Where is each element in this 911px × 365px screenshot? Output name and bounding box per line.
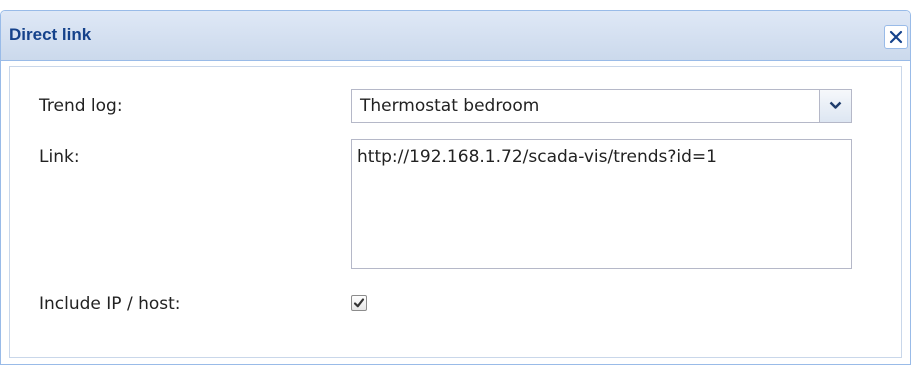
link-textarea[interactable]: http://192.168.1.72/scada-vis/trends?id=… — [351, 139, 852, 269]
chevron-down-icon — [829, 101, 842, 109]
dialog-body: Trend log: Thermostat bedroom Link: http… — [9, 66, 902, 358]
trend-log-select[interactable]: Thermostat bedroom — [351, 89, 852, 123]
dialog-title: Direct link — [9, 25, 92, 44]
include-host-checkbox[interactable] — [351, 295, 367, 311]
dialog-header: Direct link — [1, 11, 910, 61]
trend-log-value: Thermostat bedroom — [360, 96, 540, 116]
include-host-label: Include IP / host: — [39, 294, 181, 314]
direct-link-dialog: Direct link Trend log: Thermostat bedroo… — [0, 10, 911, 365]
close-icon — [889, 30, 903, 44]
checkmark-icon — [353, 298, 365, 308]
trend-log-label: Trend log: — [39, 96, 123, 116]
link-label: Link: — [39, 147, 80, 167]
trend-log-dropdown-button[interactable] — [819, 90, 851, 122]
close-button[interactable] — [884, 25, 908, 49]
